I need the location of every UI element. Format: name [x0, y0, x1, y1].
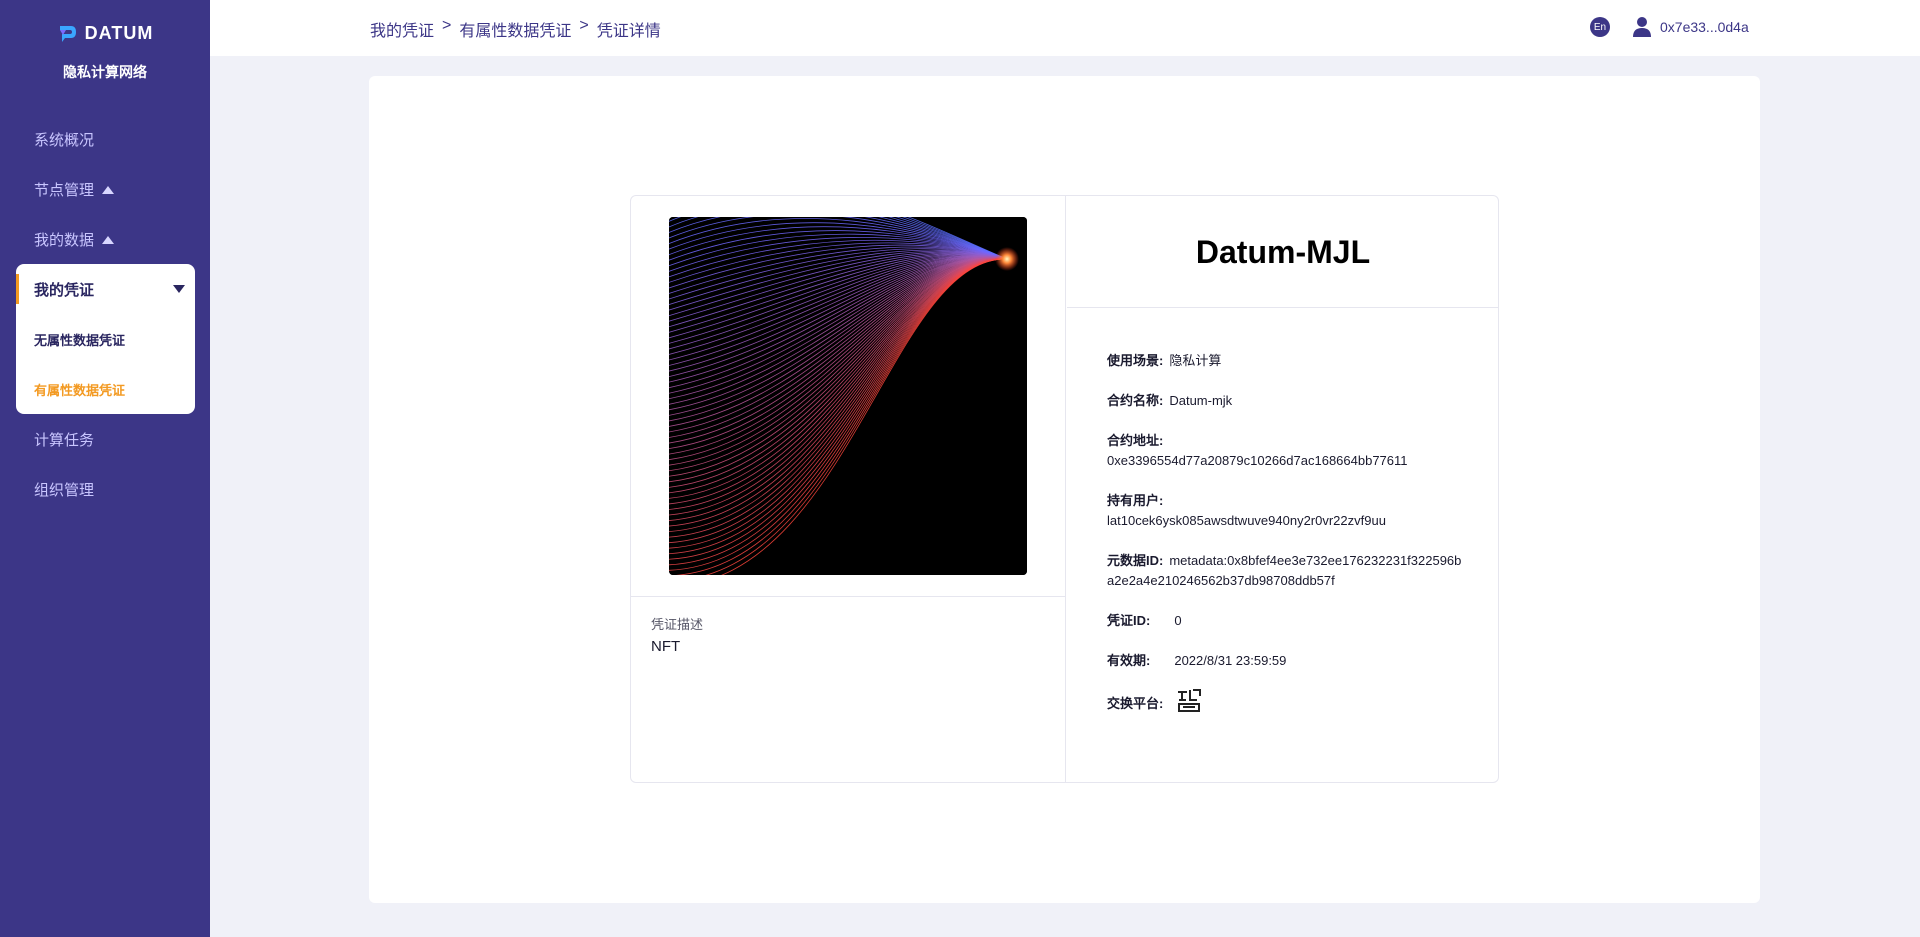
nav-system-overview[interactable]: 系统概况 — [34, 129, 94, 150]
field-label: 合约名称: — [1107, 393, 1164, 408]
divider — [1067, 307, 1499, 308]
info-credential-id: 凭证ID: 0 — [1107, 611, 1182, 631]
description-value: NFT — [651, 638, 681, 655]
breadcrumb-separator: > — [579, 17, 589, 34]
caret-up-icon — [102, 185, 115, 194]
card-left-column: 凭证描述 NFT — [631, 196, 1066, 782]
caret-down-icon — [173, 285, 185, 293]
breadcrumb-attribute-credentials[interactable]: 有属性数据凭证 — [459, 17, 571, 41]
user-icon[interactable] — [1632, 16, 1652, 38]
submenu-non-attribute-credentials[interactable]: 无属性数据凭证 — [34, 330, 125, 349]
top-header: 我的凭证 > 有属性数据凭证 > 凭证详情 En 0x7e33...0d4a — [210, 0, 1920, 56]
nav-my-credentials[interactable]: 我的凭证 — [16, 274, 195, 304]
nft-image — [669, 217, 1027, 575]
info-contract-address: 合约地址: 0xe3396554d77a20879c10266d7ac16866… — [1107, 431, 1467, 471]
datum-logo-icon — [59, 26, 76, 42]
field-label: 元数据ID: — [1107, 553, 1164, 568]
divider — [631, 596, 1065, 597]
field-value: 2022/8/31 23:59:59 — [1174, 653, 1287, 668]
nav-label: 节点管理 — [34, 182, 95, 199]
caret-up-icon — [102, 235, 115, 244]
field-label: 持有用户: — [1107, 493, 1164, 508]
field-label: 交换平台: — [1107, 696, 1164, 711]
my-credentials-submenu: 我的凭证 无属性数据凭证 有属性数据凭证 — [16, 264, 195, 414]
field-label: 凭证ID: — [1107, 613, 1151, 628]
field-value: 0xe3396554d77a20879c10266d7ac168664bb776… — [1107, 453, 1408, 468]
nav-my-data[interactable]: 我的数据 — [34, 229, 115, 250]
info-holder: 持有用户: lat10cek6ysk085awsdtwuve940ny2r0vr… — [1107, 491, 1467, 531]
info-exchange-platform: 交换平台: — [1107, 686, 1203, 714]
info-usage-scene: 使用场景: 隐私计算 — [1107, 351, 1221, 371]
breadcrumb-my-credentials[interactable]: 我的凭证 — [370, 17, 434, 41]
nav-compute-tasks[interactable]: 计算任务 — [34, 429, 94, 450]
info-contract-name: 合约名称: Datum-mjk — [1107, 391, 1232, 411]
nav-org-management[interactable]: 组织管理 — [34, 479, 94, 500]
field-label: 使用场景: — [1107, 353, 1164, 368]
credential-detail-card: 凭证描述 NFT Datum-MJL 使用场景: 隐私计算 合约名称: Datum-… — [630, 195, 1499, 783]
nav-label: 我的数据 — [34, 232, 95, 249]
breadcrumb-separator: > — [442, 17, 452, 34]
nav-label: 我的凭证 — [34, 281, 95, 299]
field-value: Datum-mjk — [1169, 393, 1233, 408]
main-panel: 凭证描述 NFT Datum-MJL 使用场景: 隐私计算 合约名称: Datum-… — [369, 76, 1760, 903]
field-label: 合约地址: — [1107, 433, 1164, 448]
field-value: lat10cek6ysk085awsdtwuve940ny2r0vr22zvf9… — [1107, 513, 1386, 528]
app-subtitle: 隐私计算网络 — [63, 64, 147, 80]
sidebar: DATUM 隐私计算网络 系统概况 节点管理 我的数据 我的凭证 无属性数据凭证… — [0, 0, 210, 937]
field-value: 0 — [1174, 613, 1182, 628]
credential-title: Datum-MJL — [1195, 234, 1371, 270]
nav-label: 计算任务 — [34, 432, 95, 449]
submenu-attribute-credentials[interactable]: 有属性数据凭证 — [34, 380, 125, 399]
wallet-address[interactable]: 0x7e33...0d4a — [1660, 19, 1749, 35]
nav-label: 系统概况 — [34, 132, 95, 149]
nft-artwork-image — [669, 217, 1027, 575]
exchange-platform-icon[interactable] — [1175, 686, 1203, 714]
field-value: 隐私计算 — [1169, 353, 1222, 368]
breadcrumb-credential-detail: 凭证详情 — [596, 23, 661, 40]
logo-text: DATUM — [84, 22, 154, 43]
description-label: 凭证描述 — [651, 617, 704, 632]
logo: DATUM — [0, 22, 210, 44]
nav-node-management[interactable]: 节点管理 — [34, 179, 115, 200]
field-label: 有效期: — [1107, 653, 1151, 668]
nav-label: 组织管理 — [34, 482, 95, 499]
breadcrumb: 我的凭证 > 有属性数据凭证 > 凭证详情 — [370, 17, 661, 41]
language-toggle-button[interactable]: En — [1590, 17, 1610, 37]
info-validity: 有效期: 2022/8/31 23:59:59 — [1107, 651, 1286, 671]
info-metadata-id: 元数据ID: metadata:0x8bfef4ee3e732ee17623223… — [1107, 551, 1467, 591]
